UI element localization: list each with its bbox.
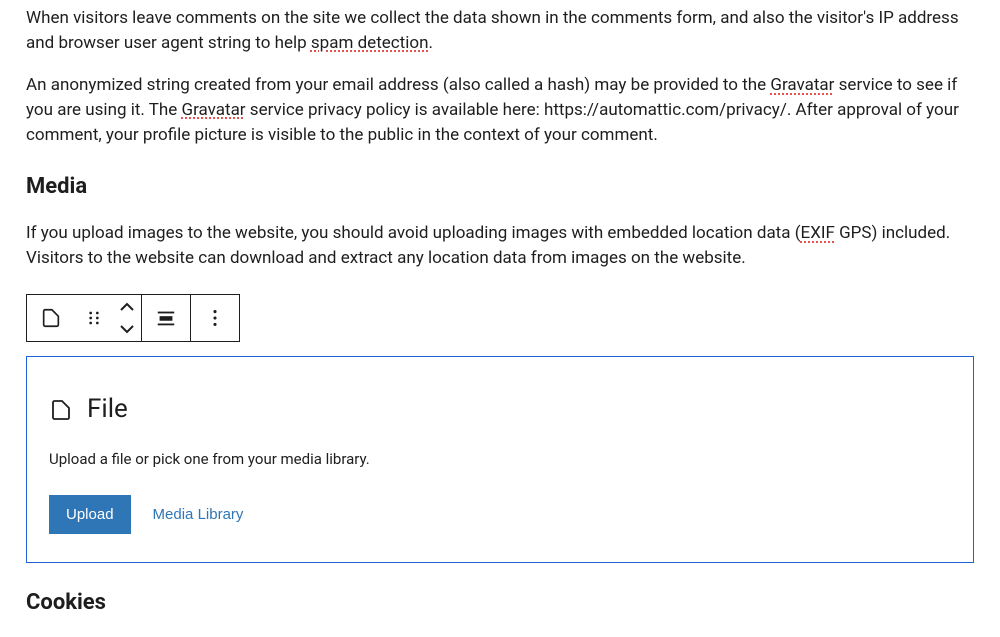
spellcheck-mark: spam detection (311, 33, 429, 53)
privacy-paragraph-media: If you upload images to the website, you… (26, 221, 974, 270)
placeholder-instructions: Upload a file or pick one from your medi… (49, 449, 951, 471)
privacy-paragraph-comments: When visitors leave comments on the site… (26, 6, 974, 55)
move-up-button[interactable] (113, 296, 141, 318)
file-icon (49, 398, 73, 422)
drag-handle-button[interactable] (75, 295, 113, 341)
block-toolbar (26, 294, 240, 342)
text: If you upload images to the website, you… (26, 223, 801, 243)
text: When visitors leave comments on the site… (26, 8, 959, 53)
spellcheck-mark: Gravatar (182, 100, 246, 120)
spellcheck-mark: Gravatar (770, 75, 834, 95)
align-button[interactable] (142, 295, 190, 341)
more-vertical-icon (204, 307, 226, 329)
block-type-button[interactable] (27, 295, 75, 341)
placeholder-title: File (87, 391, 128, 429)
align-icon (155, 307, 177, 329)
more-options-button[interactable] (191, 295, 239, 341)
text: An anonymized string created from your e… (26, 75, 770, 95)
block-movers (113, 296, 141, 340)
move-down-button[interactable] (113, 318, 141, 340)
media-heading: Media (26, 171, 974, 203)
placeholder-header: File (49, 391, 951, 429)
spellcheck-mark: EXIF (801, 223, 835, 243)
chevron-up-icon (119, 302, 135, 312)
placeholder-actions: Upload Media Library (49, 495, 951, 534)
file-block-placeholder[interactable]: File Upload a file or pick one from your… (26, 356, 974, 562)
text: . (428, 33, 432, 53)
chevron-down-icon (119, 324, 135, 334)
file-icon (40, 307, 62, 329)
cookies-heading: Cookies (26, 587, 974, 619)
privacy-paragraph-gravatar: An anonymized string created from your e… (26, 73, 974, 147)
media-library-button[interactable]: Media Library (153, 506, 244, 523)
upload-button[interactable]: Upload (49, 495, 131, 534)
drag-icon (84, 308, 104, 328)
